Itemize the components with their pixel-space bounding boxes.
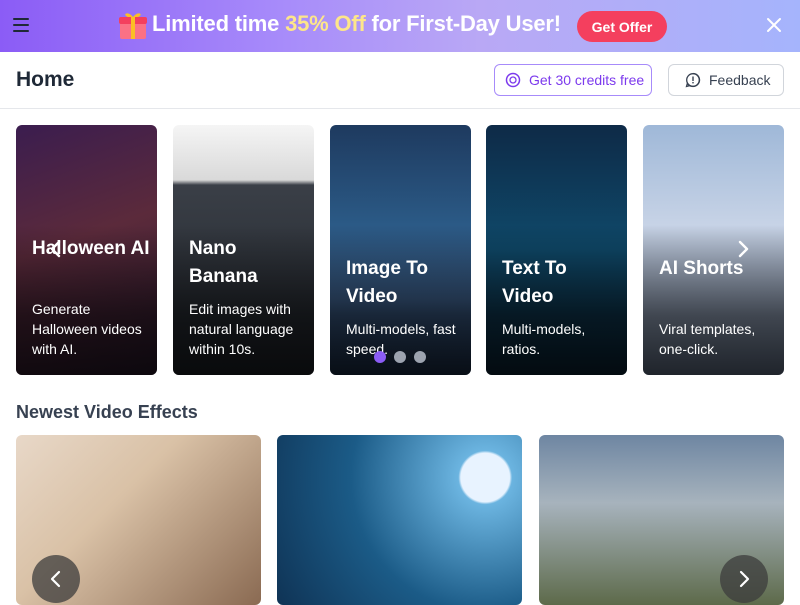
card-text-to-video[interactable]: Text To Video Multi-models, ratios. bbox=[486, 125, 627, 375]
card-nano-banana[interactable]: Nano Banana Edit images with natural lan… bbox=[173, 125, 314, 375]
card-title: Nano Banana bbox=[189, 238, 258, 287]
effects-prev-button[interactable] bbox=[32, 555, 80, 603]
carousel-next-icon[interactable] bbox=[733, 238, 755, 260]
close-icon[interactable] bbox=[764, 15, 784, 35]
card-description: Viral templates, one-click. bbox=[659, 321, 756, 357]
card-title: AI Shorts bbox=[659, 258, 744, 279]
card-title: Image To Video bbox=[346, 258, 428, 307]
card-ai-shorts[interactable]: AI Shorts Viral templates, one-click. bbox=[643, 125, 784, 375]
promo-text-before: Limited time bbox=[152, 11, 286, 36]
card-description: Generate Halloween videos with AI. bbox=[32, 301, 142, 357]
promo-text-after: for First-Day User! bbox=[365, 11, 562, 36]
carousel-dot-3[interactable] bbox=[414, 351, 426, 363]
carousel-dot-2[interactable] bbox=[394, 351, 406, 363]
card-image-to-video[interactable]: Image To Video Multi-models, fast speed. bbox=[330, 125, 471, 375]
section-title: Newest Video Effects bbox=[16, 402, 198, 422]
carousel-prev-icon[interactable] bbox=[44, 238, 66, 260]
promo-banner: Limited time 35% Off for First-Day User!… bbox=[0, 0, 800, 52]
chevron-left-icon bbox=[50, 570, 61, 588]
carousel-dot-1[interactable] bbox=[374, 351, 386, 363]
feedback-label: Feedback bbox=[709, 72, 771, 88]
get-offer-button[interactable]: Get Offer bbox=[577, 11, 667, 42]
menu-icon[interactable] bbox=[13, 18, 29, 32]
card-title: Text To Video bbox=[502, 258, 567, 307]
video-effect-card[interactable] bbox=[277, 435, 522, 605]
get-credits-label: Get 30 credits free bbox=[529, 72, 645, 88]
gift-icon bbox=[119, 13, 147, 39]
effects-next-button[interactable] bbox=[720, 555, 768, 603]
card-description: Edit images with natural language within… bbox=[189, 301, 294, 357]
chevron-right-icon bbox=[739, 570, 750, 588]
feature-carousel: Halloween AI Generate Halloween videos w… bbox=[16, 125, 784, 375]
carousel-dots bbox=[374, 351, 426, 363]
promo-discount: 35% Off bbox=[285, 11, 366, 36]
page-header: Home Get 30 credits free Feedback bbox=[0, 52, 800, 109]
card-halloween-ai[interactable]: Halloween AI Generate Halloween videos w… bbox=[16, 125, 157, 375]
get-credits-button[interactable]: Get 30 credits free bbox=[494, 64, 652, 96]
promo-text: Limited time 35% Off for First-Day User! bbox=[152, 11, 561, 37]
coin-icon bbox=[505, 72, 521, 88]
card-description: Multi-models, ratios. bbox=[502, 321, 586, 357]
page-title: Home bbox=[16, 68, 75, 91]
feedback-button[interactable]: Feedback bbox=[668, 64, 784, 96]
feedback-icon bbox=[685, 72, 701, 88]
